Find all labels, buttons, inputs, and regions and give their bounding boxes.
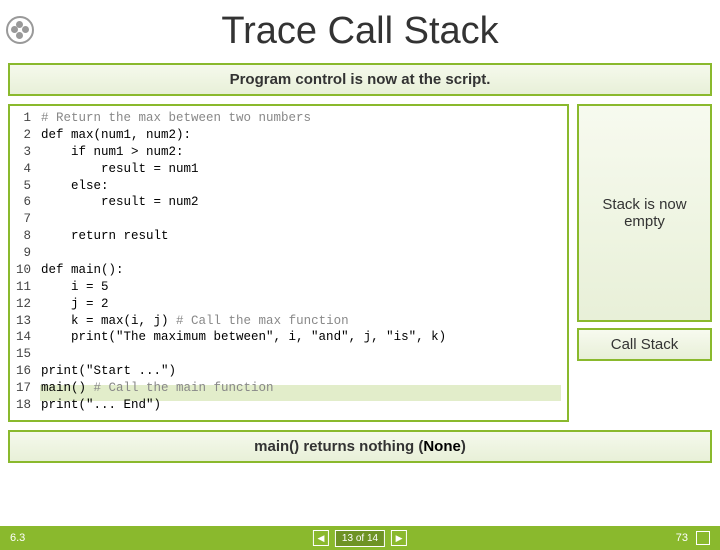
code-listing: 1 2 3 4 5 6 7 8 9 10 11 12 13 14 15 16 1… [8, 104, 569, 422]
main-area: 1 2 3 4 5 6 7 8 9 10 11 12 13 14 15 16 1… [0, 104, 720, 422]
slide-title: Trace Call Stack [0, 10, 720, 53]
footer-text-b: ) [461, 438, 466, 455]
stack-label: Call Stack [577, 328, 712, 361]
footer-text-a: main() returns nothing ( [254, 438, 423, 455]
return-banner: main() returns nothing (None) [8, 430, 712, 463]
logo-icon [6, 16, 34, 44]
code-body: # Return the max between two numbers def… [41, 110, 446, 414]
footer-none: None [423, 438, 461, 455]
page-number: 73 [676, 532, 688, 544]
status-banner: Program control is now at the script. [8, 63, 712, 96]
line-numbers: 1 2 3 4 5 6 7 8 9 10 11 12 13 14 15 16 1… [16, 110, 41, 414]
next-button[interactable]: ▶ [391, 530, 407, 546]
page-indicator: 13 of 14 [335, 530, 385, 547]
nav-controls: ◀ 13 of 14 ▶ [313, 530, 407, 547]
bottom-bar: 6.3 ◀ 13 of 14 ▶ 73 [0, 526, 720, 550]
stack-contents: Stack is now empty [577, 104, 712, 322]
section-number: 6.3 [0, 532, 25, 544]
stack-column: Stack is now empty Call Stack [577, 104, 712, 422]
prev-button[interactable]: ◀ [313, 530, 329, 546]
fullscreen-icon[interactable] [696, 531, 710, 545]
